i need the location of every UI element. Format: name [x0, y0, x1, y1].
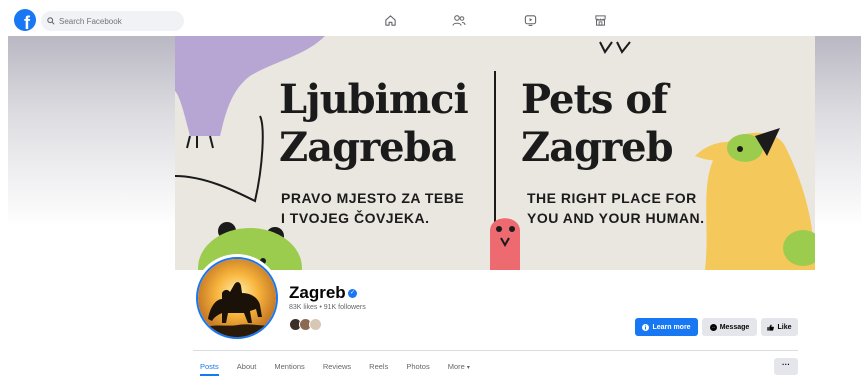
cover-title-hr-line2: Zagreba	[279, 124, 456, 171]
search-input[interactable]	[59, 16, 179, 26]
tab-reels[interactable]: Reels	[369, 356, 388, 376]
tab-about[interactable]: About	[237, 356, 257, 376]
like-label: Like	[777, 323, 792, 331]
watch-icon[interactable]	[520, 11, 540, 29]
cover-subtitle-en-line1: THE RIGHT PLACE FOR	[527, 190, 697, 206]
cover-title-hr-line1: Ljubimci	[279, 76, 469, 123]
home-icon[interactable]	[380, 11, 400, 29]
profile-divider	[193, 350, 798, 351]
cover-title-en-line2: Zagreb	[521, 124, 674, 171]
tab-reviews[interactable]: Reviews	[323, 356, 351, 376]
search-box[interactable]	[41, 11, 184, 31]
learn-more-label: Learn more	[652, 323, 691, 331]
like-button[interactable]: Like	[761, 318, 798, 336]
cover-title-en-line1: Pets of	[521, 76, 668, 123]
page-name[interactable]: Zagreb	[289, 283, 346, 303]
cover-subtitle-hr-line2: I TVOJEG ČOVJEKA.	[281, 210, 430, 226]
thumbs-up-icon	[767, 324, 775, 331]
more-options-button[interactable]: ···	[774, 358, 798, 375]
marketplace-icon[interactable]	[590, 11, 610, 29]
avatar	[196, 257, 278, 339]
verified-badge-icon: ✓	[348, 289, 357, 298]
page-stats[interactable]: 83K likes • 91K followers	[289, 304, 366, 311]
follower-avatar	[309, 318, 322, 331]
search-icon	[47, 17, 55, 25]
equestrian-statue-image	[198, 259, 276, 337]
learn-more-button[interactable]: Learn more	[635, 318, 698, 336]
facebook-logo[interactable]: f	[14, 9, 36, 31]
top-navigation-bar: f	[0, 0, 861, 38]
tab-photos[interactable]: Photos	[406, 356, 429, 376]
profile-picture[interactable]	[193, 254, 281, 342]
tab-more[interactable]: More ▾	[448, 356, 470, 376]
messenger-icon	[709, 323, 717, 331]
friends-icon[interactable]	[449, 11, 469, 29]
follower-avatars[interactable]	[289, 318, 322, 331]
tab-posts[interactable]: Posts	[200, 356, 219, 376]
tab-more-label: More	[447, 362, 465, 371]
info-icon	[642, 323, 650, 331]
tab-mentions[interactable]: Mentions	[274, 356, 304, 376]
cover-photo[interactable]: Ljubimci Zagreba PRAVO MJESTO ZA TEBE I …	[175, 36, 815, 270]
chevron-down-icon: ▾	[466, 365, 470, 371]
cover-subtitle-en-line2: YOU AND YOUR HUMAN.	[527, 210, 705, 226]
cover-illustration	[175, 36, 815, 270]
page-tabs: Posts About Mentions Reviews Reels Photo…	[193, 356, 481, 376]
message-button[interactable]: Message	[702, 318, 757, 336]
message-label: Message	[719, 323, 750, 331]
cover-subtitle-hr-line1: PRAVO MJESTO ZA TEBE	[281, 190, 465, 206]
